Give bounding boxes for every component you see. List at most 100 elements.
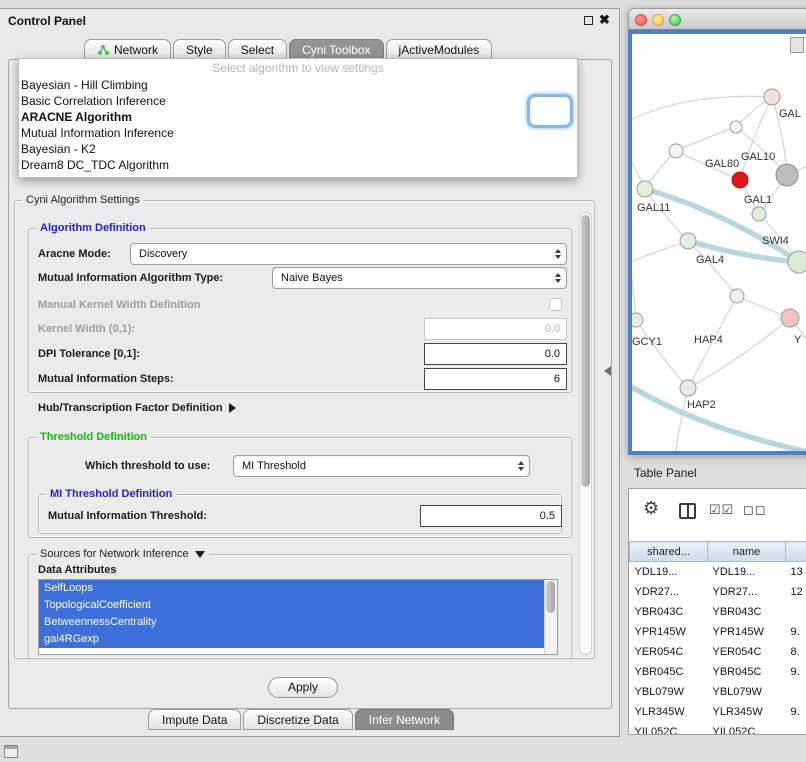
network-node[interactable] [632,313,643,327]
node-label: GAL10 [741,151,775,163]
tab-infer-network[interactable]: Infer Network [355,709,454,730]
kernel-width-field[interactable]: 0.0 [424,318,567,340]
splitter-collapse-arrow[interactable] [604,366,611,376]
network-node[interactable] [752,207,766,221]
birdseye-toggle-icon[interactable] [790,37,804,53]
tab-label: Style [186,43,213,57]
algorithm-option[interactable]: ARACNE Algorithm [19,109,577,125]
table-row[interactable]: YDL19...YDL19...13 [630,562,806,582]
network-node[interactable] [764,89,780,105]
mi-steps-field[interactable]: 6 [424,368,567,390]
close-panel-icon[interactable]: ✖ [599,12,610,28]
collapse-arrow-icon [195,551,205,558]
tab-jactivemodules[interactable]: jActiveModules [386,39,493,60]
node-label: GAL1 [744,194,772,206]
network-edge[interactable] [636,320,688,388]
network-node[interactable] [680,233,696,249]
network-edge[interactable] [632,386,806,451]
zoom-window-icon[interactable] [669,14,681,26]
network-node[interactable] [732,172,748,188]
table-row[interactable]: YBR043CYBR043C [630,602,806,622]
table-row[interactable]: YBR045CYBR045C9. [630,662,806,682]
minimize-window-icon[interactable] [652,14,664,26]
network-edge[interactable] [632,270,636,320]
algorithm-dropdown-popup: Select algorithm to view settings Bayesi… [18,58,578,178]
network-node[interactable] [637,181,653,197]
network-node[interactable] [788,251,806,273]
network-window-titlebar[interactable] [628,8,806,30]
network-node[interactable] [730,121,742,133]
tab-impute-data[interactable]: Impute Data [148,709,241,730]
network-edge[interactable] [676,388,688,451]
which-threshold-select[interactable]: MI Threshold [233,455,530,477]
network-edge[interactable] [632,241,688,262]
gear-icon[interactable]: ⚙ [643,499,659,517]
settings-scrollbar[interactable] [579,212,592,655]
network-edge[interactable] [740,97,772,180]
tab-style[interactable]: Style [173,39,226,60]
tab-cyni-toolbox[interactable]: Cyni Toolbox [289,39,383,60]
network-edge[interactable] [676,127,736,151]
table-row[interactable]: YDR27...YDR27...12 [630,582,806,602]
network-node[interactable] [669,144,683,158]
network-edge[interactable] [688,318,790,388]
table-row[interactable]: YIL052CYIL052C [630,722,806,736]
tab-network[interactable]: Network [84,39,171,60]
mi-algorithm-type-label: Mutual Information Algorithm Type: [38,272,223,285]
deselect-all-icon[interactable]: ◻◻ [743,502,767,518]
which-threshold-value: MI Threshold [234,460,512,472]
aracne-mode-select[interactable]: Discovery [130,243,567,265]
algorithm-option[interactable]: Bayesian - K2 [19,141,577,157]
algorithm-option[interactable]: Basic Correlation Inference [19,93,577,109]
algorithm-option[interactable]: Dream8 DC_TDC Algorithm [19,157,577,173]
column-header-name[interactable]: name [708,542,786,562]
algorithm-option[interactable]: Mutual Information Inference [19,125,577,141]
settings-scrollbar-thumb[interactable] [581,215,590,487]
tab-label: Discretize Data [257,713,338,727]
node-label: HAP4 [694,334,723,346]
attribute-item[interactable]: gal4RGexp [39,631,544,648]
column-header-extra[interactable] [786,542,806,562]
tab-select[interactable]: Select [228,39,287,60]
attribute-item[interactable]: SelfLoops [39,580,544,597]
minimized-panel-icon[interactable] [4,745,18,758]
column-header-shared[interactable]: shared... [630,542,708,562]
tab-discretize-data[interactable]: Discretize Data [243,709,352,730]
attribute-item[interactable]: BetweennessCentrality [39,614,544,631]
node-label: HAP2 [687,399,716,411]
table-row[interactable]: YER054CYER054C8. [630,642,806,662]
network-node[interactable] [730,289,744,303]
network-canvas[interactable]: GALGAL80GAL10GAL11GAL1SWI4GAL4GCY1HAP4HA… [628,30,806,455]
hub-section-toggle[interactable]: Hub/Transcription Factor Definition [38,402,236,415]
table-row[interactable]: YBL079WYBL079W [630,682,806,702]
table-panel: ⚙ ☑☑ ◻◻ shared... name YDL19...YDL19...1… [628,488,806,735]
network-node[interactable] [680,380,696,396]
mi-threshold-field[interactable]: 0.5 [420,505,562,527]
network-node[interactable] [776,164,798,186]
network-node[interactable] [781,309,799,327]
columns-icon[interactable] [679,503,696,519]
float-panel-icon[interactable] [584,16,593,25]
focused-help-button[interactable] [527,94,573,128]
node-label: GAL80 [705,158,739,170]
sources-group-title[interactable]: Sources for Network Inference [36,548,209,561]
attribute-item[interactable]: TopologicalCoefficient [39,597,544,614]
table-row[interactable]: YLR345WYLR345W9. [630,702,806,722]
manual-kernel-width-checkbox[interactable] [549,298,562,311]
network-tab-icon [97,44,109,56]
mi-algorithm-type-value: Naive Bayes [273,272,549,284]
close-window-icon[interactable] [635,14,647,26]
algorithm-option[interactable]: Bayesian - Hill Climbing [19,77,577,93]
control-panel-window: Control Panel ✖ Network Style Select Cyn… [0,8,620,737]
mi-algorithm-type-select[interactable]: Naive Bayes [272,267,567,289]
attributes-scrollbar[interactable] [544,580,557,654]
network-edge[interactable] [632,96,772,120]
table-row[interactable]: YPR145WYPR145W9. [630,622,806,642]
select-all-icon[interactable]: ☑☑ [709,502,734,518]
dpi-tolerance-field[interactable]: 0.0 [424,343,567,365]
threshold-definition-title: Threshold Definition [36,431,151,444]
panel-title: Control Panel [8,14,86,28]
combo-arrows-icon [549,273,566,283]
attributes-scrollbar-thumb[interactable] [546,581,555,613]
apply-button[interactable]: Apply [268,677,338,698]
